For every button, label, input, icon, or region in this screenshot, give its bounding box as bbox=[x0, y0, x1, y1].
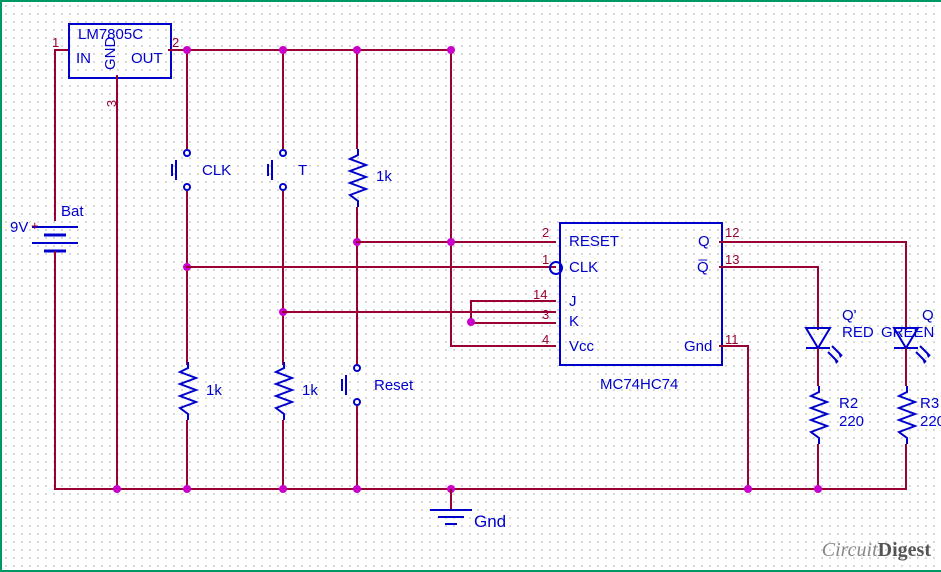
pin-1: 1 bbox=[52, 35, 59, 50]
clk-button-label: CLK bbox=[202, 162, 231, 179]
resistor-top-label: 1k bbox=[376, 168, 392, 185]
node bbox=[447, 46, 455, 54]
led-red-label: RED bbox=[842, 324, 874, 341]
logo-a: Circuit bbox=[822, 539, 878, 561]
ic-vcc: Vcc bbox=[569, 338, 594, 355]
reset-button-icon bbox=[340, 364, 374, 406]
resistor-top-icon bbox=[348, 149, 368, 207]
ic-k: K bbox=[569, 313, 579, 330]
ic-n14: 14 bbox=[533, 287, 547, 302]
ic-n13: 13 bbox=[725, 252, 739, 267]
node bbox=[353, 485, 361, 493]
reset-button-label: Reset bbox=[374, 377, 413, 394]
r3-val: 220 bbox=[920, 413, 941, 430]
clk-button-icon bbox=[170, 149, 204, 191]
resistor-r3-icon bbox=[897, 386, 917, 444]
gnd-label: Gnd bbox=[474, 512, 506, 532]
led-green-q: Q bbox=[922, 307, 934, 324]
ic-j: J bbox=[569, 293, 577, 310]
regulator-in: IN bbox=[76, 50, 91, 67]
r2-name: R2 bbox=[839, 395, 858, 412]
r3-name: R3 bbox=[920, 395, 939, 412]
node bbox=[447, 238, 455, 246]
node bbox=[353, 46, 361, 54]
node bbox=[183, 485, 191, 493]
t-button-icon bbox=[266, 149, 300, 191]
node bbox=[744, 485, 752, 493]
regulator-gnd: GND bbox=[102, 37, 119, 70]
battery-voltage: 9V bbox=[10, 219, 28, 236]
ic-n4: 4 bbox=[542, 332, 549, 347]
pin-2: 2 bbox=[172, 35, 179, 50]
ic-n2: 2 bbox=[542, 225, 549, 240]
ic-gnd: Gnd bbox=[684, 338, 712, 355]
ic-n1: 1 bbox=[542, 252, 549, 267]
ic-n12: 12 bbox=[725, 225, 739, 240]
ic-reset: RESET bbox=[569, 233, 619, 250]
ic-qb: Q̅ bbox=[697, 259, 709, 276]
resistor-t-icon bbox=[274, 362, 294, 420]
node bbox=[113, 485, 121, 493]
r2-val: 220 bbox=[839, 413, 864, 430]
battery-label: Bat bbox=[61, 203, 84, 220]
ic-n3: 3 bbox=[542, 307, 549, 322]
resistor-r2-icon bbox=[809, 386, 829, 444]
ic-part: MC74HC74 bbox=[600, 376, 678, 393]
resistor-clk-icon bbox=[178, 362, 198, 420]
t-button-label: T bbox=[298, 162, 307, 179]
ic-q: Q bbox=[698, 233, 710, 250]
led-red-qprime: Q' bbox=[842, 307, 857, 324]
ground-icon bbox=[430, 508, 472, 530]
node bbox=[814, 485, 822, 493]
node bbox=[279, 485, 287, 493]
node bbox=[467, 318, 475, 326]
node bbox=[279, 46, 287, 54]
regulator-out: OUT bbox=[131, 50, 163, 67]
ic-clk: CLK bbox=[569, 259, 598, 276]
logo-b: Digest bbox=[878, 539, 931, 561]
schematic-canvas: LM7805C IN OUT GND 1 2 3 Bat 9V + CLK T … bbox=[0, 0, 941, 572]
led-green-label: GREEN bbox=[881, 324, 934, 341]
resistor-t-label: 1k bbox=[302, 382, 318, 399]
logo: CircuitDigest bbox=[822, 539, 931, 562]
node bbox=[183, 46, 191, 54]
resistor-clk-label: 1k bbox=[206, 382, 222, 399]
